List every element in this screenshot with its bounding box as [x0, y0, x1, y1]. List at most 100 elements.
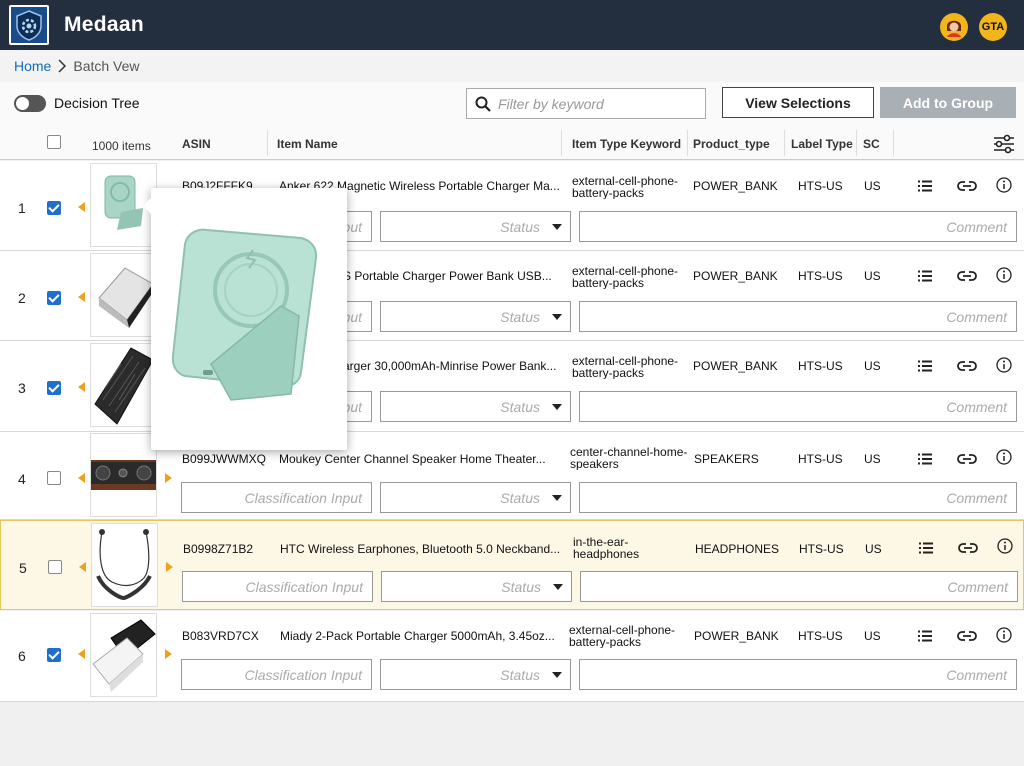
product-type-cell: POWER_BANK: [694, 629, 779, 643]
link-icon[interactable]: [957, 269, 977, 287]
status-select[interactable]: Status: [380, 391, 571, 422]
row-number: 2: [18, 290, 26, 306]
classification-placeholder: Classification Input: [244, 666, 362, 683]
next-image-arrow-icon[interactable]: [165, 649, 172, 659]
row-checkbox[interactable]: [48, 560, 62, 574]
column-divider: [784, 130, 785, 156]
list-icon[interactable]: [918, 629, 932, 647]
keyword-cell: external-cell-phone-battery-packs: [572, 265, 679, 289]
breadcrumb-home-link[interactable]: Home: [14, 58, 51, 74]
status-placeholder: Status: [500, 218, 540, 235]
prev-image-arrow-icon[interactable]: [79, 562, 86, 572]
product-thumbnail[interactable]: [90, 253, 157, 337]
link-icon[interactable]: [957, 359, 977, 377]
toolbar: Decision Tree Filter by keyword View Sel…: [0, 82, 1024, 126]
sc-cell: US: [864, 269, 881, 283]
prev-image-arrow-icon[interactable]: [78, 292, 85, 302]
table-row[interactable]: 6 B083VRD7CX Miady 2-Pack Portable Charg…: [0, 611, 1024, 702]
table-header: 1000 items ASIN Item Name Item Type Keyw…: [0, 126, 1024, 160]
comment-input[interactable]: Comment: [579, 482, 1017, 513]
prev-image-arrow-icon[interactable]: [78, 202, 85, 212]
caret-down-icon: [552, 404, 562, 410]
add-to-group-button[interactable]: Add to Group: [880, 87, 1016, 118]
product-thumbnail[interactable]: [91, 523, 158, 607]
status-select[interactable]: Status: [380, 301, 571, 332]
comment-input[interactable]: Comment: [579, 391, 1017, 422]
product-thumbnail[interactable]: [90, 343, 157, 427]
item-name-cell: Moukey Center Channel Speaker Home Theat…: [279, 452, 546, 466]
sc-cell: US: [864, 359, 881, 373]
list-icon[interactable]: [918, 179, 932, 197]
decision-tree-toggle[interactable]: [14, 95, 46, 112]
comment-input[interactable]: Comment: [579, 301, 1017, 332]
comment-placeholder: Comment: [946, 398, 1007, 415]
app-logo[interactable]: [9, 5, 49, 45]
toggle-knob: [16, 97, 29, 110]
search-input[interactable]: Filter by keyword: [466, 88, 706, 119]
keyword-cell: center-channel-home-speakers: [570, 446, 688, 470]
silver-power-bank-image: [98, 267, 154, 328]
col-sc[interactable]: SC: [863, 137, 880, 151]
info-icon[interactable]: [996, 267, 1012, 288]
user-avatar[interactable]: [940, 13, 968, 41]
breadcrumb-current: Batch Vew: [73, 58, 140, 74]
label-type-cell: HTS-US: [798, 629, 843, 643]
gta-avatar[interactable]: GTA: [979, 13, 1007, 41]
link-icon[interactable]: [957, 452, 977, 470]
link-icon[interactable]: [958, 541, 978, 559]
row-number: 6: [18, 648, 26, 664]
link-icon[interactable]: [957, 179, 977, 197]
item-name-cell: HTC Wireless Earphones, Bluetooth 5.0 Ne…: [280, 542, 561, 556]
product-thumbnail[interactable]: [90, 613, 157, 697]
label-type-cell: HTS-US: [798, 179, 843, 193]
product-thumbnail[interactable]: [90, 433, 157, 517]
classification-input[interactable]: Classification Input: [181, 659, 372, 690]
label-type-cell: HTS-US: [798, 269, 843, 283]
caret-down-icon: [552, 224, 562, 230]
comment-input[interactable]: Comment: [579, 211, 1017, 242]
row-checkbox[interactable]: [47, 471, 61, 485]
prev-image-arrow-icon[interactable]: [78, 473, 85, 483]
list-icon[interactable]: [919, 541, 933, 559]
link-icon[interactable]: [957, 629, 977, 647]
decision-tree-label: Decision Tree: [54, 95, 140, 111]
row-checkbox[interactable]: [47, 648, 61, 662]
status-select[interactable]: Status: [380, 211, 571, 242]
row-checkbox[interactable]: [47, 381, 61, 395]
info-icon[interactable]: [996, 177, 1012, 198]
classification-input[interactable]: Classification Input: [181, 482, 372, 513]
prev-image-arrow-icon[interactable]: [78, 649, 85, 659]
list-icon[interactable]: [918, 269, 932, 287]
row-checkbox[interactable]: [47, 201, 61, 215]
classification-input[interactable]: Classification Input: [182, 571, 373, 602]
label-type-cell: HTS-US: [799, 542, 844, 556]
view-selections-button[interactable]: View Selections: [722, 87, 874, 118]
next-image-arrow-icon[interactable]: [165, 473, 172, 483]
table-row[interactable]: 5 B0998Z71B2 HTC Wireless Earphones, Blu…: [0, 520, 1024, 610]
top-bar: Medaan GTA: [0, 0, 1024, 50]
status-select[interactable]: Status: [380, 482, 571, 513]
comment-input[interactable]: Comment: [579, 659, 1017, 690]
info-icon[interactable]: [997, 538, 1013, 559]
row-checkbox[interactable]: [47, 291, 61, 305]
list-icon[interactable]: [918, 452, 932, 470]
col-item-name[interactable]: Item Name: [277, 137, 338, 151]
status-select[interactable]: Status: [381, 571, 572, 602]
two-power-banks-image: [92, 619, 156, 692]
select-all-checkbox[interactable]: [47, 135, 61, 149]
col-asin[interactable]: ASIN: [182, 137, 211, 151]
classification-placeholder: Classification Input: [245, 578, 363, 595]
info-icon[interactable]: [996, 357, 1012, 378]
asin-cell: B083VRD7CX: [182, 629, 259, 643]
info-icon[interactable]: [996, 449, 1012, 470]
col-product-type[interactable]: Product_type: [693, 137, 770, 151]
next-image-arrow-icon[interactable]: [166, 562, 173, 572]
info-icon[interactable]: [996, 627, 1012, 648]
prev-image-arrow-icon[interactable]: [78, 382, 85, 392]
comment-input[interactable]: Comment: [580, 571, 1018, 602]
list-icon[interactable]: [918, 359, 932, 377]
col-label-type[interactable]: Label Type: [791, 137, 853, 151]
col-item-type-keyword[interactable]: Item Type Keyword: [572, 137, 681, 151]
status-select[interactable]: Status: [380, 659, 571, 690]
column-settings-icon[interactable]: [993, 134, 1015, 159]
